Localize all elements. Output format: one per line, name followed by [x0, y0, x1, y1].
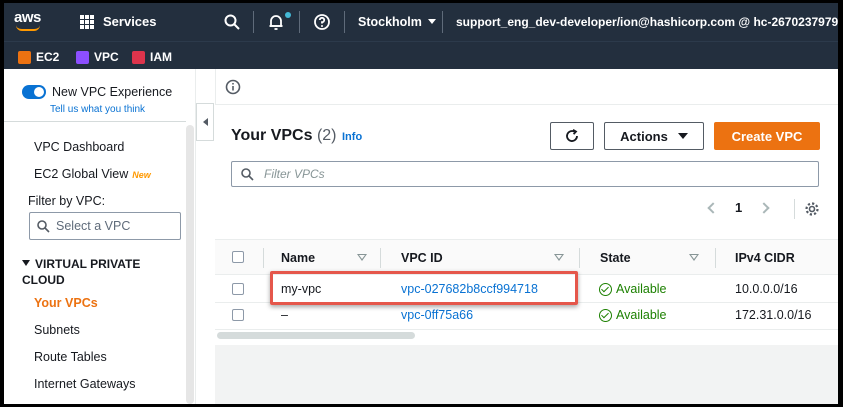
services-label: Services — [103, 14, 157, 29]
check-circle-icon — [599, 308, 612, 322]
aws-logo[interactable]: aws — [14, 10, 46, 35]
chevron-right-icon[interactable] — [758, 201, 770, 214]
row-checkbox[interactable] — [232, 309, 244, 321]
sidebar-item-ec2-global-view[interactable]: EC2 Global View New — [34, 167, 151, 181]
new-vpc-experience-toggle[interactable]: New VPC Experience — [22, 85, 172, 99]
table-row[interactable]: – vpc-0ff75a66 Available 172.31.0.0/16 — [215, 303, 838, 330]
vpc-select[interactable]: Select a VPC — [29, 212, 181, 240]
actions-button[interactable]: Actions — [604, 122, 704, 150]
bell-icon[interactable] — [267, 13, 285, 31]
sort-icon[interactable] — [554, 254, 564, 261]
pagination: 1 — [707, 200, 770, 215]
vpc-icon — [76, 50, 89, 64]
vpc-cidr: 10.0.0.0/16 — [735, 282, 798, 296]
main-content: Your VPCs (2) Info Actions Create VPC Fi… — [215, 105, 838, 404]
ec2-icon — [18, 50, 31, 64]
nav-divider — [344, 11, 345, 33]
info-icon[interactable] — [225, 79, 241, 95]
sidebar: New VPC Experience Tell us what you thin… — [4, 69, 196, 404]
vpc-state: Available — [599, 282, 667, 296]
pager-divider — [794, 199, 795, 219]
services-menu-button[interactable]: Services — [80, 14, 157, 29]
search-icon — [37, 220, 50, 233]
search-icon[interactable] — [223, 13, 241, 31]
chevron-left-icon[interactable] — [707, 201, 719, 214]
iam-icon — [132, 50, 145, 64]
favorite-iam[interactable]: IAM — [132, 50, 172, 64]
chevron-left-icon — [202, 118, 208, 126]
aws-smile-icon — [16, 25, 40, 31]
caret-down-icon — [677, 133, 688, 139]
account-menu[interactable]: support_eng_dev-developer/ion@hashicorp.… — [456, 15, 838, 29]
page-title: Your VPCs (2) — [231, 127, 337, 144]
select-all-checkbox[interactable] — [232, 251, 244, 263]
row-checkbox[interactable] — [232, 283, 244, 295]
caret-down-icon — [22, 260, 30, 266]
nav-divider — [442, 11, 443, 33]
sort-icon[interactable] — [689, 254, 699, 261]
caret-down-icon — [427, 19, 436, 24]
column-header-state[interactable]: State — [600, 251, 631, 265]
filter-by-vpc-label: Filter by VPC: — [28, 194, 106, 208]
region-selector[interactable]: Stockholm — [358, 15, 436, 29]
collapse-sidebar-button[interactable] — [196, 103, 214, 141]
column-divider — [579, 248, 580, 268]
vpc-cidr: 172.31.0.0/16 — [735, 308, 812, 322]
favorites-bar: EC2 VPC IAM — [4, 41, 838, 69]
horizontal-scrollbar[interactable] — [217, 332, 415, 339]
sidebar-item-subnets[interactable]: Subnets — [34, 323, 80, 337]
sidebar-scrollbar[interactable] — [186, 125, 194, 404]
sidebar-item-your-vpcs[interactable]: Your VPCs — [34, 296, 98, 310]
column-divider — [380, 248, 381, 268]
column-header-ipv4-cidr[interactable]: IPv4 CIDR — [735, 251, 795, 265]
page-number[interactable]: 1 — [735, 200, 742, 215]
refresh-button[interactable] — [550, 122, 594, 150]
feedback-link[interactable]: Tell us what you think — [50, 104, 145, 115]
favorite-ec2[interactable]: EC2 — [18, 50, 59, 64]
column-divider — [715, 248, 716, 268]
browser-frame: aws Services Stockholm support_eng_dev-d… — [4, 3, 838, 404]
help-icon[interactable] — [313, 13, 331, 31]
notification-dot — [285, 12, 291, 18]
nav-divider — [253, 11, 254, 33]
info-link[interactable]: Info — [342, 131, 362, 143]
vpc-id-link[interactable]: vpc-0ff75a66 — [401, 308, 473, 322]
toggle-switch[interactable] — [22, 85, 46, 99]
column-divider — [263, 248, 264, 268]
toolbar-divider — [215, 69, 216, 105]
top-navigation: aws Services Stockholm support_eng_dev-d… — [4, 3, 838, 41]
sidebar-section-virtual-private-cloud[interactable]: VIRTUAL PRIVATE CLOUD — [22, 256, 162, 288]
filter-vpcs-input[interactable]: Filter VPCs — [231, 161, 819, 187]
grid-icon — [80, 14, 94, 29]
vpc-state: Available — [599, 308, 667, 322]
create-vpc-button[interactable]: Create VPC — [714, 122, 820, 150]
highlight-annotation — [270, 271, 578, 305]
sidebar-item-internet-gateways[interactable]: Internet Gateways — [34, 377, 135, 391]
column-header-vpc-id[interactable]: VPC ID — [401, 251, 443, 265]
sidebar-item-vpc-dashboard[interactable]: VPC Dashboard — [34, 140, 124, 154]
sidebar-item-route-tables[interactable]: Route Tables — [34, 350, 107, 364]
main-toolbar — [215, 69, 838, 105]
vpc-name: – — [281, 308, 288, 322]
gear-icon[interactable] — [804, 201, 820, 217]
sidebar-divider — [4, 121, 186, 122]
new-badge: New — [132, 170, 151, 180]
vpc-table-panel: Your VPCs (2) Info Actions Create VPC Fi… — [215, 105, 838, 345]
table-header: Name VPC ID State IPv4 CIDR — [215, 239, 838, 275]
sort-icon[interactable] — [357, 254, 367, 261]
search-icon — [241, 168, 254, 181]
column-header-name[interactable]: Name — [281, 251, 315, 265]
check-circle-icon — [599, 282, 612, 296]
favorite-vpc[interactable]: VPC — [76, 50, 119, 64]
nav-divider — [299, 11, 300, 33]
refresh-icon — [566, 129, 578, 142]
